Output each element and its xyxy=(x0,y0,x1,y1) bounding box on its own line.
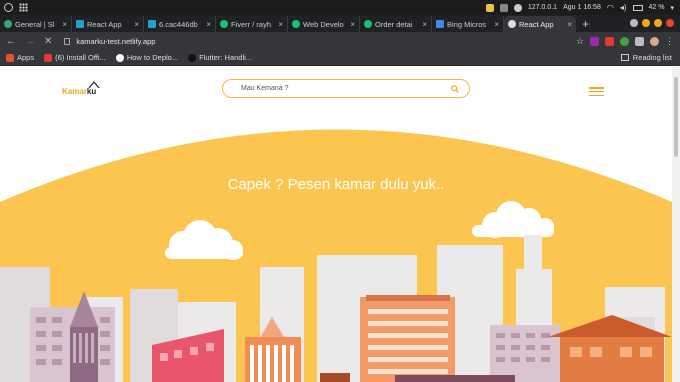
tab-title: React App xyxy=(87,19,122,29)
close-icon[interactable]: × xyxy=(278,20,283,29)
tab-fiverr[interactable]: Fiverr / rayh × xyxy=(216,16,288,32)
site-logo[interactable]: Kamarku xyxy=(62,81,100,96)
bookmark-label: How to Deplo... xyxy=(126,53,179,62)
scrollbar-thumb[interactable] xyxy=(674,77,678,157)
hero-illustration xyxy=(0,129,672,382)
back-icon[interactable]: ← xyxy=(6,36,16,47)
search-icon[interactable] xyxy=(451,84,459,93)
tab-general[interactable]: General | Sl × xyxy=(0,16,72,32)
hero-headline: Capek ? Pesen kamar dulu yuk.. xyxy=(227,176,445,193)
tab-web-develo[interactable]: Web Develo × xyxy=(288,16,360,32)
battery-text: 42 % xyxy=(648,4,665,11)
tab-react-app-active[interactable]: React App × xyxy=(504,16,576,32)
volume-icon[interactable]: ◂) xyxy=(620,3,627,12)
apps-icon xyxy=(6,53,14,62)
close-icon[interactable]: × xyxy=(62,20,67,29)
notes-icon[interactable] xyxy=(485,3,494,12)
clock[interactable]: Agu 1 16:58 xyxy=(563,4,601,11)
close-icon[interactable]: × xyxy=(567,20,572,29)
url-text: kamarku-test.netlify.app xyxy=(76,36,156,46)
menu-icon[interactable]: ⋮ xyxy=(665,36,674,47)
reading-list[interactable]: Reading list xyxy=(620,53,672,62)
tab-favicon xyxy=(364,20,372,28)
tab-bing[interactable]: Bing Micros × xyxy=(432,16,504,32)
search-bar[interactable] xyxy=(222,79,470,98)
tab-title: Order detai xyxy=(375,19,413,29)
activities-icon[interactable] xyxy=(4,3,13,12)
app-indicator-icon[interactable] xyxy=(499,3,508,12)
battery-icon[interactable] xyxy=(632,4,643,11)
stop-icon[interactable]: ✕ xyxy=(44,36,52,47)
puzzle-icon[interactable] xyxy=(635,37,644,46)
close-window-button[interactable] xyxy=(666,19,674,27)
close-icon[interactable]: × xyxy=(494,20,499,29)
logo-text-kamar: Kamar xyxy=(62,87,87,96)
power-menu-icon[interactable]: ▾ xyxy=(670,4,674,12)
page-scrollbar[interactable] xyxy=(672,67,680,382)
bookmark-favicon xyxy=(188,53,197,62)
maximize-button[interactable] xyxy=(654,19,662,27)
reading-list-icon xyxy=(620,54,629,61)
extension-icon[interactable] xyxy=(620,37,629,46)
avatar[interactable] xyxy=(650,37,659,46)
camera-icon[interactable] xyxy=(513,3,522,12)
tab-react-app[interactable]: React App × xyxy=(72,16,144,32)
extension-icon[interactable] xyxy=(590,37,599,46)
bookmark-deploy[interactable]: How to Deplo... xyxy=(115,53,179,62)
bookmark-label: Flutter: Handli... xyxy=(199,53,253,62)
tab-title: React App xyxy=(519,19,554,29)
close-icon[interactable]: × xyxy=(206,20,211,29)
url-field[interactable]: kamarku-test.netlify.app xyxy=(64,37,155,46)
wifi-icon[interactable]: ◠ xyxy=(607,3,614,12)
tab-title: Bing Micros xyxy=(447,19,487,29)
tab-favicon xyxy=(76,20,84,28)
close-icon[interactable]: × xyxy=(350,20,355,29)
tab-title: Web Develo xyxy=(303,19,344,29)
os-top-bar: 127.0.0.1 Agu 1 16:58 ◠ ◂) 42 % ▾ xyxy=(0,0,680,15)
reading-list-label: Reading list xyxy=(632,53,672,62)
ip-text: 127.0.0.1 xyxy=(527,4,558,11)
bookmark-youtube[interactable]: (6) Install Offi... xyxy=(44,53,106,62)
tab-favicon xyxy=(292,20,300,28)
tab-title: General | Sl xyxy=(15,19,55,29)
tab-title: Fiverr / rayh xyxy=(231,19,272,29)
extensions: ☆ ⋮ xyxy=(576,36,674,47)
youtube-icon xyxy=(44,53,53,62)
extension-icon[interactable] xyxy=(605,37,614,46)
address-bar: ← → ✕ kamarku-test.netlify.app ☆ ⋮ xyxy=(0,32,680,50)
search-input[interactable] xyxy=(241,85,451,92)
tab-favicon xyxy=(436,20,444,28)
tab-favicon xyxy=(148,20,156,28)
tab-order-detail[interactable]: Order detai × xyxy=(360,16,432,32)
bookmark-label: Apps xyxy=(17,53,35,62)
forward-icon[interactable]: → xyxy=(25,36,35,47)
web-page: Kamarku Capek ? Pesen kamar dulu yuk.. xyxy=(0,67,672,382)
new-tab-button[interactable]: + xyxy=(576,16,595,32)
tab-search-icon[interactable] xyxy=(630,19,638,27)
bookmark-flutter[interactable]: Flutter: Handli... xyxy=(188,53,252,62)
bookmark-apps[interactable]: Apps xyxy=(6,53,34,62)
bookmark-star-icon[interactable]: ☆ xyxy=(576,36,584,47)
house-roof-icon xyxy=(88,81,100,89)
bookmark-favicon xyxy=(115,53,124,62)
minimize-button[interactable] xyxy=(642,19,650,27)
tab-favicon xyxy=(4,20,12,28)
close-icon[interactable]: × xyxy=(134,20,139,29)
tab-favicon xyxy=(220,20,228,28)
hamburger-menu-icon[interactable] xyxy=(589,87,604,96)
tab-title: 6.cac446db xyxy=(159,19,198,29)
tab-favicon xyxy=(508,20,516,28)
close-icon[interactable]: × xyxy=(422,20,427,29)
bookmarks-bar: Apps (6) Install Offi... How to Deplo...… xyxy=(0,50,680,66)
window-controls xyxy=(630,19,674,27)
tab-strip: General | Sl × React App × 6.cac446db × Fiv… xyxy=(0,15,680,32)
bookmark-label: (6) Install Offi... xyxy=(55,53,106,62)
tab-cac446db[interactable]: 6.cac446db × xyxy=(144,16,216,32)
app-grid-icon[interactable] xyxy=(19,3,28,12)
system-tray: 127.0.0.1 Agu 1 16:58 ◠ ◂) 42 % ▾ xyxy=(485,0,674,15)
lock-icon[interactable] xyxy=(64,37,71,45)
